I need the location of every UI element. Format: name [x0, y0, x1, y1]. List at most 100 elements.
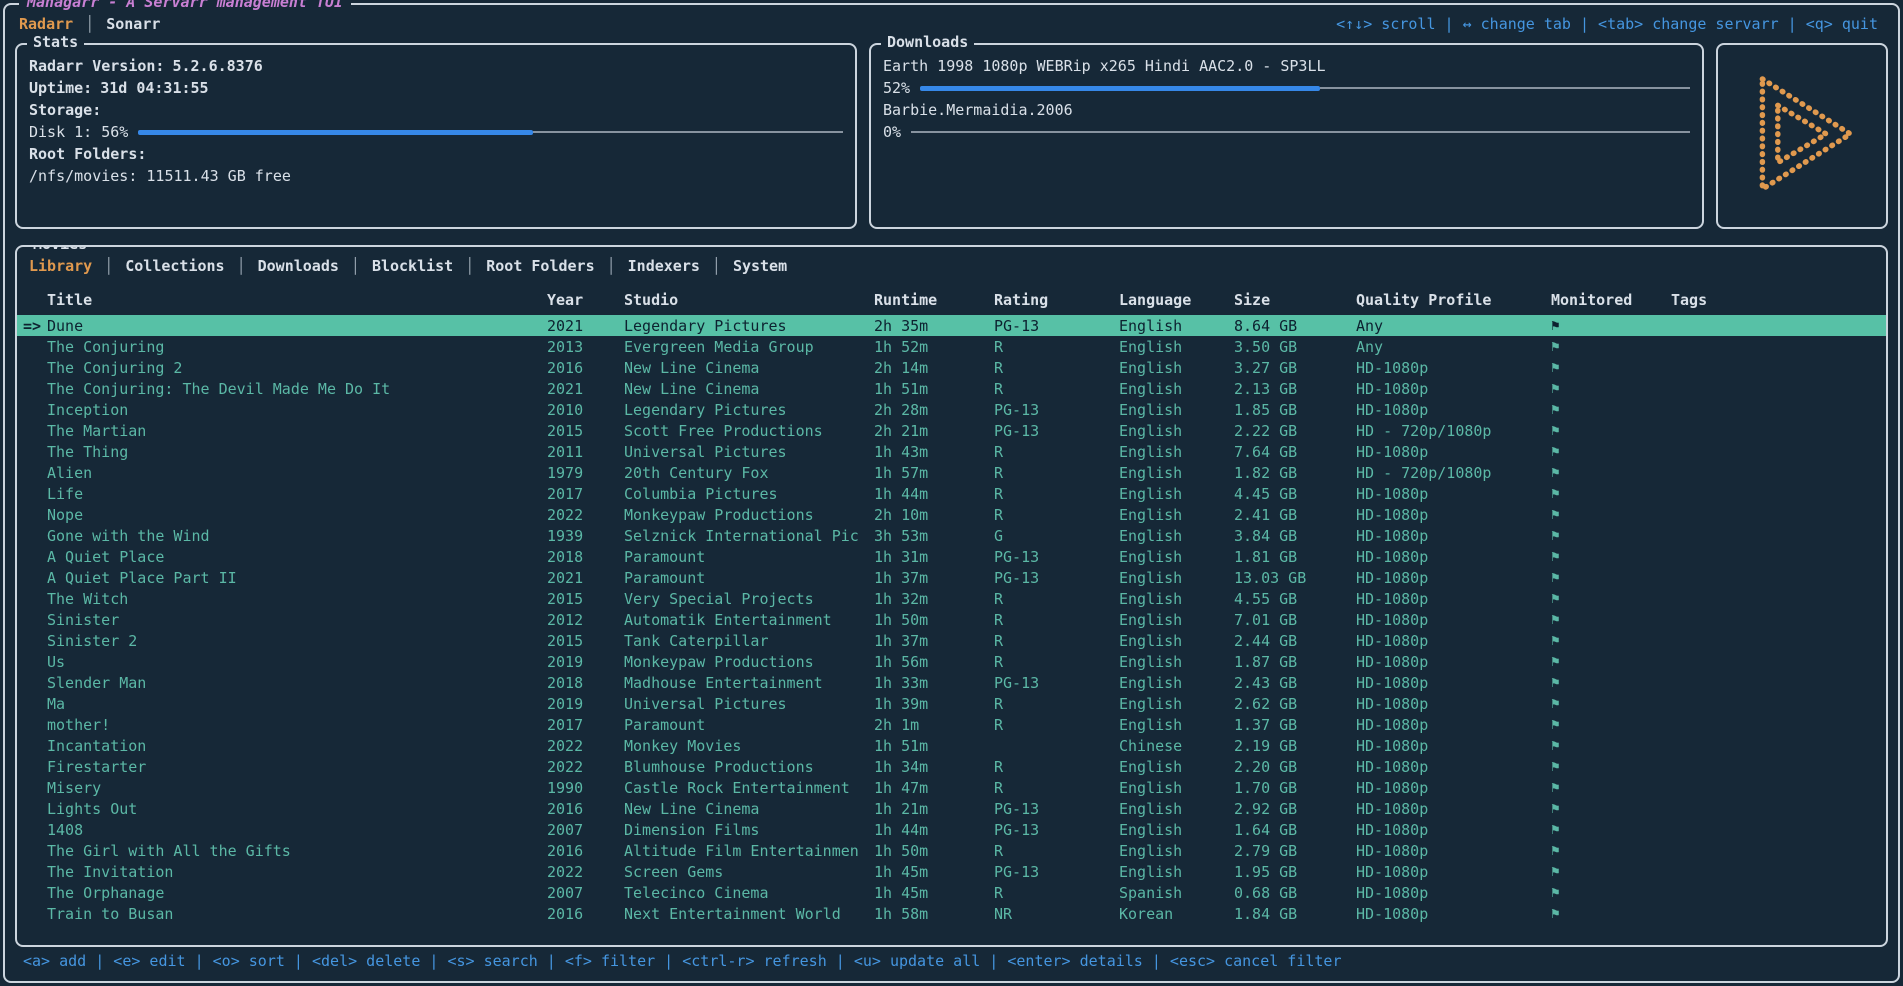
cell-quality-profile: HD-1080p	[1356, 569, 1551, 587]
cell-language: English	[1119, 590, 1234, 608]
cell-language: English	[1119, 842, 1234, 860]
cell-rating: R	[994, 443, 1119, 461]
tab-root-folders[interactable]: Root Folders	[486, 257, 594, 275]
table-row[interactable]: Inception 2010 Legendary Pictures 2h 28m…	[17, 399, 1886, 420]
download-progress-line: 52%	[883, 77, 1690, 99]
cell-studio: Columbia Pictures	[624, 485, 874, 503]
cell-year: 2007	[547, 884, 624, 902]
cell-year: 2017	[547, 485, 624, 503]
movies-panel: Movies Library Collections Downloads Blo…	[15, 245, 1888, 947]
cell-language: English	[1119, 821, 1234, 839]
disk-usage-label: Disk 1: 56%	[29, 123, 128, 141]
table-row[interactable]: Slender Man 2018 Madhouse Entertainment …	[17, 672, 1886, 693]
table-row[interactable]: Alien 1979 20th Century Fox 1h 57m R Eng…	[17, 462, 1886, 483]
cell-rating: R	[994, 380, 1119, 398]
table-row[interactable]: mother! 2017 Paramount 2h 1m R English 1…	[17, 714, 1886, 735]
table-row[interactable]: Life 2017 Columbia Pictures 1h 44m R Eng…	[17, 483, 1886, 504]
table-row[interactable]: The Invitation 2022 Screen Gems 1h 45m P…	[17, 861, 1886, 882]
cell-runtime: 1h 43m	[874, 443, 994, 461]
table-row[interactable]: The Conjuring 2 2016 New Line Cinema 2h …	[17, 357, 1886, 378]
cell-size: 2.43 GB	[1234, 674, 1356, 692]
cell-year: 2021	[547, 569, 624, 587]
cell-rating: PG-13	[994, 821, 1119, 839]
table-row[interactable]: Sinister 2012 Automatik Entertainment 1h…	[17, 609, 1886, 630]
tab-radarr[interactable]: Radarr	[19, 15, 73, 33]
header-size: Size	[1234, 291, 1356, 309]
cell-runtime: 1h 37m	[874, 569, 994, 587]
cell-rating: R	[994, 884, 1119, 902]
tab-separator	[465, 257, 474, 275]
tab-separator	[237, 257, 246, 275]
tab-library[interactable]: Library	[29, 257, 92, 275]
cell-runtime: 1h 58m	[874, 905, 994, 923]
table-row[interactable]: Lights Out 2016 New Line Cinema 1h 21m P…	[17, 798, 1886, 819]
cell-studio: Monkey Movies	[624, 737, 874, 755]
table-row[interactable]: The Conjuring 2013 Evergreen Media Group…	[17, 336, 1886, 357]
cell-size: 8.64 GB	[1234, 317, 1356, 335]
tab-system[interactable]: System	[733, 257, 787, 275]
cell-runtime: 2h 35m	[874, 317, 994, 335]
cell-language: English	[1119, 506, 1234, 524]
cell-language: English	[1119, 464, 1234, 482]
cell-studio: Altitude Film Entertainmen	[624, 842, 874, 860]
cell-year: 2018	[547, 674, 624, 692]
cell-year: 1939	[547, 527, 624, 545]
table-row[interactable]: Us 2019 Monkeypaw Productions 1h 56m R E…	[17, 651, 1886, 672]
monitored-flag-icon: ⚑	[1551, 759, 1671, 775]
monitored-flag-icon: ⚑	[1551, 339, 1671, 355]
tab-collections[interactable]: Collections	[125, 257, 224, 275]
cell-runtime: 1h 51m	[874, 380, 994, 398]
table-row[interactable]: Incantation 2022 Monkey Movies 1h 51m Ch…	[17, 735, 1886, 756]
cell-language: English	[1119, 653, 1234, 671]
table-row[interactable]: The Witch 2015 Very Special Projects 1h …	[17, 588, 1886, 609]
table-row[interactable]: A Quiet Place 2018 Paramount 1h 31m PG-1…	[17, 546, 1886, 567]
cell-rating: R	[994, 464, 1119, 482]
table-row[interactable]: => Dune 2021 Legendary Pictures 2h 35m P…	[17, 315, 1886, 336]
cell-studio: Scott Free Productions	[624, 422, 874, 440]
cell-quality-profile: HD-1080p	[1356, 506, 1551, 524]
cell-size: 1.84 GB	[1234, 905, 1356, 923]
cell-rating: R	[994, 779, 1119, 797]
table-row[interactable]: Train to Busan 2016 Next Entertainment W…	[17, 903, 1886, 924]
cell-quality-profile: HD - 720p/1080p	[1356, 464, 1551, 482]
table-row[interactable]: Nope 2022 Monkeypaw Productions 2h 10m R…	[17, 504, 1886, 525]
table-row[interactable]: Sinister 2 2015 Tank Caterpillar 1h 37m …	[17, 630, 1886, 651]
cell-runtime: 1h 34m	[874, 758, 994, 776]
download-item: Earth 1998 1080p WEBRip x265 Hindi AAC2.…	[883, 55, 1690, 99]
uptime-line: Uptime: 31d 04:31:55	[29, 77, 843, 99]
top-keybinds: <↑↓> scroll | ↔ change tab | <tab> chang…	[1336, 15, 1884, 33]
cell-quality-profile: HD-1080p	[1356, 716, 1551, 734]
cell-studio: Selznick International Pic	[624, 527, 874, 545]
table-row[interactable]: A Quiet Place Part II 2021 Paramount 1h …	[17, 567, 1886, 588]
table-row[interactable]: The Conjuring: The Devil Made Me Do It 2…	[17, 378, 1886, 399]
header-studio: Studio	[624, 291, 874, 309]
cell-year: 2017	[547, 716, 624, 734]
cell-studio: Legendary Pictures	[624, 401, 874, 419]
cell-language: English	[1119, 401, 1234, 419]
cell-studio: Castle Rock Entertainment	[624, 779, 874, 797]
cell-rating: R	[994, 758, 1119, 776]
table-row[interactable]: Firestarter 2022 Blumhouse Productions 1…	[17, 756, 1886, 777]
cell-quality-profile: HD-1080p	[1356, 653, 1551, 671]
storage-label: Storage:	[29, 99, 843, 121]
table-row[interactable]: The Thing 2011 Universal Pictures 1h 43m…	[17, 441, 1886, 462]
tab-downloads[interactable]: Downloads	[258, 257, 339, 275]
cell-language: English	[1119, 548, 1234, 566]
table-row[interactable]: The Orphanage 2007 Telecinco Cinema 1h 4…	[17, 882, 1886, 903]
cell-quality-profile: HD-1080p	[1356, 737, 1551, 755]
tab-sonarr[interactable]: Sonarr	[106, 15, 160, 33]
tab-indexers[interactable]: Indexers	[628, 257, 700, 275]
tab-blocklist[interactable]: Blocklist	[372, 257, 453, 275]
table-row[interactable]: Ma 2019 Universal Pictures 1h 39m R Engl…	[17, 693, 1886, 714]
servarr-tabs: Radarr Sonarr	[19, 15, 160, 33]
table-row[interactable]: The Girl with All the Gifts 2016 Altitud…	[17, 840, 1886, 861]
table-row[interactable]: Misery 1990 Castle Rock Entertainment 1h…	[17, 777, 1886, 798]
table-row[interactable]: The Martian 2015 Scott Free Productions …	[17, 420, 1886, 441]
cell-title: Ma	[47, 695, 547, 713]
download-percent: 52%	[883, 79, 910, 97]
table-row[interactable]: Gone with the Wind 1939 Selznick Interna…	[17, 525, 1886, 546]
cell-runtime: 2h 21m	[874, 422, 994, 440]
cell-runtime: 1h 33m	[874, 674, 994, 692]
cell-quality-profile: HD-1080p	[1356, 485, 1551, 503]
table-row[interactable]: 1408 2007 Dimension Films 1h 44m PG-13 E…	[17, 819, 1886, 840]
